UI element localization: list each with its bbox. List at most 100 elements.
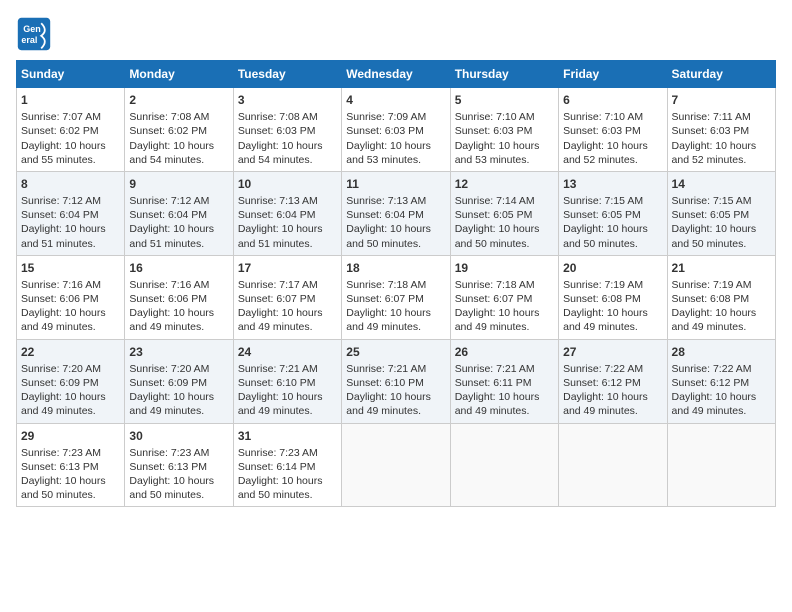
day-info: Sunrise: 7:21 AM — [455, 362, 554, 376]
day-info: Sunrise: 7:17 AM — [238, 278, 337, 292]
day-info: Sunset: 6:07 PM — [455, 292, 554, 306]
calendar-cell: 17Sunrise: 7:17 AMSunset: 6:07 PMDayligh… — [233, 255, 341, 339]
calendar-week-2: 8 Sunrise: 7:12 AM Sunset: 6:04 PM Daylight… — [17, 171, 776, 255]
day-info: and 49 minutes. — [129, 404, 228, 418]
day-info: and 51 minutes. — [21, 237, 120, 251]
day-number: 2 — [129, 92, 228, 108]
day-info: Sunrise: 7:22 AM — [672, 362, 771, 376]
calendar-week-4: 22Sunrise: 7:20 AMSunset: 6:09 PMDayligh… — [17, 339, 776, 423]
calendar-cell: 30Sunrise: 7:23 AMSunset: 6:13 PMDayligh… — [125, 423, 233, 507]
day-info: and 50 minutes. — [346, 237, 445, 251]
weekday-saturday: Saturday — [667, 61, 775, 88]
day-info: Daylight: 10 hours — [563, 139, 662, 153]
day-info: Sunrise: 7:13 AM — [346, 194, 445, 208]
day-number: 26 — [455, 344, 554, 360]
day-info: Daylight: 10 hours — [238, 306, 337, 320]
day-number: 10 — [238, 176, 337, 192]
calendar-cell: 28Sunrise: 7:22 AMSunset: 6:12 PMDayligh… — [667, 339, 775, 423]
day-info: Sunset: 6:07 PM — [346, 292, 445, 306]
day-info: and 49 minutes. — [563, 320, 662, 334]
day-info: and 49 minutes. — [238, 404, 337, 418]
day-number: 15 — [21, 260, 120, 276]
day-info: Daylight: 10 hours — [21, 139, 120, 153]
day-info: Daylight: 10 hours — [672, 306, 771, 320]
calendar-body: 1Sunrise: 7:07 AMSunset: 6:02 PMDaylight… — [17, 88, 776, 507]
day-info: Sunrise: 7:18 AM — [346, 278, 445, 292]
day-info: Daylight: 10 hours — [672, 390, 771, 404]
calendar-cell: 3Sunrise: 7:08 AMSunset: 6:03 PMDaylight… — [233, 88, 341, 172]
svg-text:eral: eral — [21, 35, 37, 45]
weekday-tuesday: Tuesday — [233, 61, 341, 88]
day-info: and 49 minutes. — [21, 404, 120, 418]
day-info: Sunset: 6:04 PM — [238, 208, 337, 222]
day-info: Daylight: 10 hours — [346, 306, 445, 320]
calendar-cell: 12Sunrise: 7:14 AMSunset: 6:05 PMDayligh… — [450, 171, 558, 255]
day-number: 20 — [563, 260, 662, 276]
day-number: 7 — [672, 92, 771, 108]
day-info: Sunset: 6:11 PM — [455, 376, 554, 390]
day-info: Sunrise: 7:21 AM — [346, 362, 445, 376]
day-info: Daylight: 10 hours — [238, 390, 337, 404]
calendar-week-1: 1Sunrise: 7:07 AMSunset: 6:02 PMDaylight… — [17, 88, 776, 172]
day-info: and 50 minutes. — [21, 488, 120, 502]
day-info: and 54 minutes. — [238, 153, 337, 167]
calendar-cell: 2Sunrise: 7:08 AMSunset: 6:02 PMDaylight… — [125, 88, 233, 172]
day-number: 19 — [455, 260, 554, 276]
day-info: Sunset: 6:03 PM — [563, 124, 662, 138]
day-info: Sunset: 6:08 PM — [563, 292, 662, 306]
day-info: Sunrise: 7:08 AM — [238, 110, 337, 124]
day-info: Sunrise: 7:10 AM — [563, 110, 662, 124]
weekday-monday: Monday — [125, 61, 233, 88]
day-number: 14 — [672, 176, 771, 192]
calendar-cell: 31Sunrise: 7:23 AMSunset: 6:14 PMDayligh… — [233, 423, 341, 507]
day-number: 24 — [238, 344, 337, 360]
calendar-cell: 24Sunrise: 7:21 AMSunset: 6:10 PMDayligh… — [233, 339, 341, 423]
weekday-header-row: SundayMondayTuesdayWednesdayThursdayFrid… — [17, 61, 776, 88]
day-info: and 50 minutes. — [563, 237, 662, 251]
day-info: Sunrise: 7:08 AM — [129, 110, 228, 124]
day-info: Sunset: 6:13 PM — [129, 460, 228, 474]
weekday-wednesday: Wednesday — [342, 61, 450, 88]
day-info: and 50 minutes. — [672, 237, 771, 251]
day-number: 16 — [129, 260, 228, 276]
day-info: Sunset: 6:05 PM — [563, 208, 662, 222]
day-info: Sunrise: 7:12 AM — [129, 194, 228, 208]
calendar-cell: 7Sunrise: 7:11 AMSunset: 6:03 PMDaylight… — [667, 88, 775, 172]
day-info: and 49 minutes. — [346, 320, 445, 334]
calendar-cell: 5Sunrise: 7:10 AMSunset: 6:03 PMDaylight… — [450, 88, 558, 172]
day-number: 11 — [346, 176, 445, 192]
day-info: Sunrise: 7:23 AM — [129, 446, 228, 460]
day-info: Daylight: 10 hours — [455, 222, 554, 236]
day-number: 31 — [238, 428, 337, 444]
day-info: Sunset: 6:14 PM — [238, 460, 337, 474]
day-info: Daylight: 10 hours — [238, 139, 337, 153]
day-info: Daylight: 10 hours — [563, 390, 662, 404]
day-info: and 50 minutes. — [455, 237, 554, 251]
day-info: Sunrise: 7:14 AM — [455, 194, 554, 208]
day-info: Sunrise: 7:22 AM — [563, 362, 662, 376]
page-header: Gen eral — [16, 16, 776, 52]
day-info: Sunrise: 7:11 AM — [672, 110, 771, 124]
day-info: Sunrise: 7:19 AM — [563, 278, 662, 292]
calendar-cell: 27Sunrise: 7:22 AMSunset: 6:12 PMDayligh… — [559, 339, 667, 423]
day-info: Sunset: 6:03 PM — [238, 124, 337, 138]
day-number: 8 — [21, 176, 120, 192]
day-info: and 49 minutes. — [455, 404, 554, 418]
calendar-cell: 20Sunrise: 7:19 AMSunset: 6:08 PMDayligh… — [559, 255, 667, 339]
day-number: 6 — [563, 92, 662, 108]
day-info: Sunset: 6:08 PM — [672, 292, 771, 306]
day-info: Sunset: 6:03 PM — [672, 124, 771, 138]
calendar-cell: 15Sunrise: 7:16 AMSunset: 6:06 PMDayligh… — [17, 255, 125, 339]
calendar-table: SundayMondayTuesdayWednesdayThursdayFrid… — [16, 60, 776, 507]
day-info: and 54 minutes. — [129, 153, 228, 167]
calendar-cell — [450, 423, 558, 507]
calendar-week-3: 15Sunrise: 7:16 AMSunset: 6:06 PMDayligh… — [17, 255, 776, 339]
day-info: Daylight: 10 hours — [346, 390, 445, 404]
day-info: Daylight: 10 hours — [455, 306, 554, 320]
day-number: 23 — [129, 344, 228, 360]
day-info: Sunset: 6:04 PM — [346, 208, 445, 222]
calendar-cell — [559, 423, 667, 507]
calendar-cell: 21Sunrise: 7:19 AMSunset: 6:08 PMDayligh… — [667, 255, 775, 339]
day-info: Sunrise: 7:18 AM — [455, 278, 554, 292]
day-info: Daylight: 10 hours — [129, 222, 228, 236]
